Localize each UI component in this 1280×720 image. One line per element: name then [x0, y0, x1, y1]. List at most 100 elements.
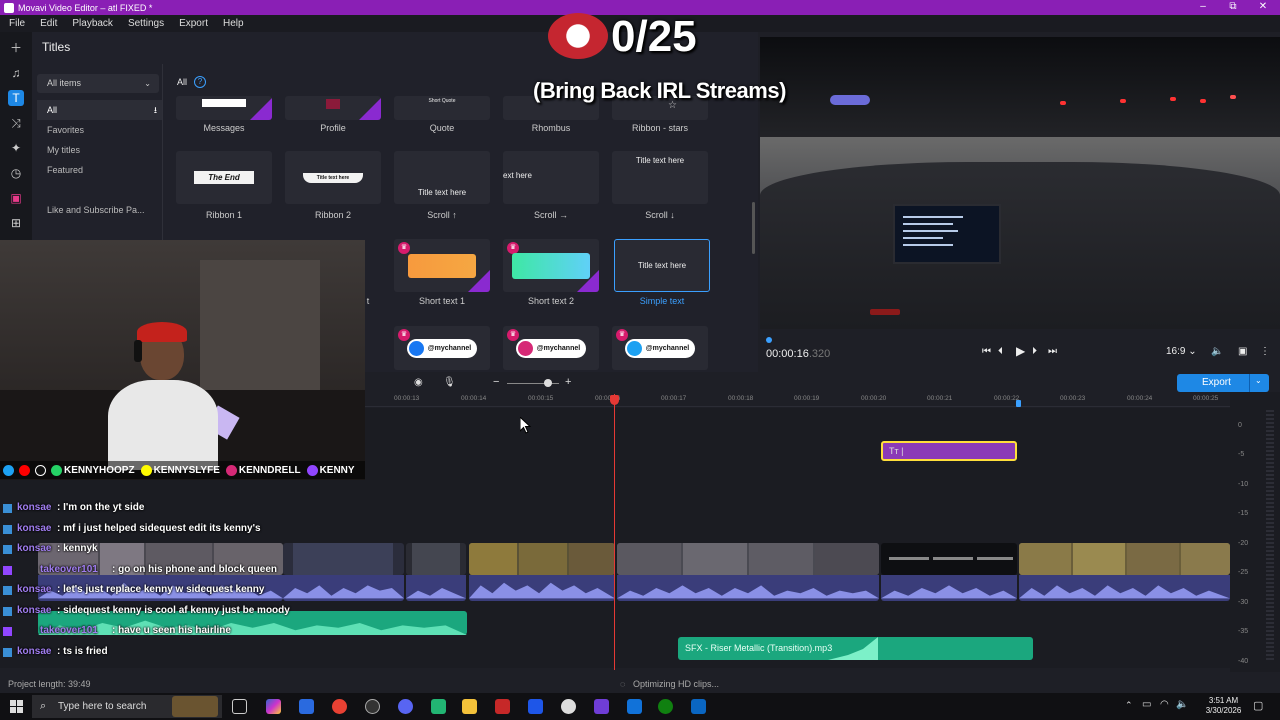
menu-file[interactable]: File: [9, 18, 25, 29]
store-icon[interactable]: [299, 699, 314, 714]
app-icon[interactable]: [431, 699, 446, 714]
volume-icon[interactable]: 🔈: [1211, 346, 1223, 357]
video-app-icon[interactable]: [495, 699, 510, 714]
titles-icon[interactable]: T: [8, 90, 24, 106]
copilot-icon[interactable]: [266, 699, 281, 714]
title-thumb[interactable]: ♛: [503, 239, 599, 292]
effects-icon[interactable]: ✦: [8, 140, 24, 156]
title-thumb[interactable]: Short Quote: [394, 96, 490, 120]
title-thumb[interactable]: The End: [176, 151, 272, 204]
chatgpt-icon[interactable]: [365, 699, 380, 714]
panel-heading: Titles: [42, 40, 71, 54]
maximize-button[interactable]: ⧉: [1216, 0, 1250, 15]
title-thumb[interactable]: Title text here: [285, 151, 381, 204]
title-thumb[interactable]: ♛ @mychannel: [394, 326, 490, 370]
title-thumb[interactable]: [176, 96, 272, 120]
menu-help[interactable]: Help: [223, 18, 244, 29]
windows-start-icon[interactable]: [10, 700, 23, 713]
taskbar-search[interactable]: ⌕ Type here to search: [32, 695, 222, 718]
export-button[interactable]: Export ⌄: [1177, 374, 1269, 392]
microphone-icon[interactable]: 🎙: [443, 377, 456, 388]
sfx-clip[interactable]: SFX - Riser Metallic (Transition).mp3: [678, 637, 1033, 660]
step-back-icon[interactable]: ⏴: [998, 346, 1003, 357]
discord-icon[interactable]: [398, 699, 413, 714]
title-thumb[interactable]: ♛ @mychannel: [503, 326, 599, 370]
video-preview[interactable]: [760, 37, 1280, 329]
wifi-icon[interactable]: ◠: [1160, 699, 1169, 710]
title-thumb[interactable]: Title text here: [612, 151, 708, 204]
video-clip[interactable]: [406, 543, 466, 575]
skip-end-icon[interactable]: ⏭: [1048, 346, 1057, 357]
category-all[interactable]: All ⭳: [37, 100, 163, 120]
snapshot-icon[interactable]: ▣: [1238, 346, 1247, 357]
filter-dropdown[interactable]: All items ⌄: [37, 74, 159, 93]
file-explorer-icon[interactable]: [462, 699, 477, 714]
grid-icon[interactable]: ⊞: [8, 215, 24, 231]
menu-edit[interactable]: Edit: [40, 18, 57, 29]
audio-waveform[interactable]: [406, 575, 466, 601]
title-clip[interactable]: Tт |: [881, 441, 1017, 461]
step-forward-icon[interactable]: ⏵: [1032, 346, 1037, 357]
transitions-icon[interactable]: ⤨: [8, 115, 24, 131]
window-title: Movavi Video Editor – atl FIXED *: [18, 2, 153, 13]
notification-icon[interactable]: ▢: [1253, 699, 1263, 712]
video-clip[interactable]: [1019, 543, 1230, 575]
close-button[interactable]: ✕: [1246, 0, 1280, 15]
skip-start-icon[interactable]: ⏮: [982, 346, 991, 357]
app-icon[interactable]: [594, 699, 609, 714]
audio-waveform[interactable]: [1019, 575, 1230, 601]
panel-scrollbar[interactable]: [752, 202, 755, 254]
menu-export[interactable]: Export: [179, 18, 208, 29]
category-favorites[interactable]: Favorites: [37, 120, 163, 140]
preview-scrubber[interactable]: [766, 337, 772, 343]
zoom-in-icon[interactable]: +: [565, 376, 571, 388]
obs-icon[interactable]: [561, 699, 576, 714]
music-icon[interactable]: ♫: [8, 65, 24, 81]
audio-waveform[interactable]: [881, 575, 1017, 601]
chevron-down-icon[interactable]: ⌄: [1255, 376, 1262, 385]
download-icon[interactable]: ⭳: [154, 100, 157, 120]
playhead-handle[interactable]: [610, 395, 619, 405]
category-like-subscribe[interactable]: Like and Subscribe Pa...: [37, 200, 163, 220]
network-icon[interactable]: ▭: [1142, 699, 1151, 710]
info-icon[interactable]: ?: [194, 76, 206, 88]
social-handle: @mychannel: [427, 344, 472, 352]
outlook-icon[interactable]: [627, 699, 642, 714]
play-icon[interactable]: ▶: [1016, 344, 1025, 358]
title-thumb-selected[interactable]: Title text here: [614, 239, 710, 292]
taskbar-clock[interactable]: 3:51 AM 3/30/2026: [1196, 696, 1251, 716]
title-thumb[interactable]: ext here: [503, 151, 599, 204]
app-icon[interactable]: [691, 699, 706, 714]
timeline-marker[interactable]: [1016, 400, 1021, 407]
menu-playback[interactable]: Playback: [72, 18, 113, 29]
task-view-icon[interactable]: [232, 699, 247, 714]
playhead[interactable]: [614, 394, 615, 670]
video-clip[interactable]: [469, 543, 615, 575]
timeline-ruler[interactable]: 00:00:13 00:00:14 00:00:15 00:00:16 00:0…: [365, 393, 1230, 407]
volume-icon[interactable]: 🔈: [1176, 699, 1188, 710]
audio-waveform[interactable]: [469, 575, 615, 601]
title-thumb[interactable]: Title text here: [394, 151, 490, 204]
title-thumb[interactable]: ♛ @mychannel: [612, 326, 708, 370]
more-icon[interactable]: ⋮: [1260, 346, 1270, 357]
zoom-out-icon[interactable]: −: [493, 376, 499, 388]
chrome-icon[interactable]: [332, 699, 347, 714]
title-thumb[interactable]: [285, 96, 381, 120]
tray-chevron-icon[interactable]: ⌃: [1125, 700, 1133, 711]
audio-waveform[interactable]: [617, 575, 879, 601]
category-featured[interactable]: Featured: [37, 160, 163, 180]
video-clip[interactable]: [881, 543, 1017, 575]
menu-settings[interactable]: Settings: [128, 18, 164, 29]
plus-icon[interactable]: ＋: [8, 40, 24, 56]
movavi-icon[interactable]: [528, 699, 543, 714]
xbox-icon[interactable]: [658, 699, 673, 714]
aspect-ratio-select[interactable]: 16:9 ⌄: [1166, 346, 1197, 357]
zoom-handle[interactable]: [544, 379, 552, 387]
marker-icon[interactable]: ◉: [414, 377, 423, 388]
stickers-icon[interactable]: ▣: [8, 190, 24, 206]
minimize-button[interactable]: –: [1186, 0, 1220, 15]
title-thumb[interactable]: ♛: [394, 239, 490, 292]
category-my-titles[interactable]: My titles: [37, 140, 163, 160]
clock-icon[interactable]: ◷: [8, 165, 24, 181]
video-clip[interactable]: [617, 543, 879, 575]
